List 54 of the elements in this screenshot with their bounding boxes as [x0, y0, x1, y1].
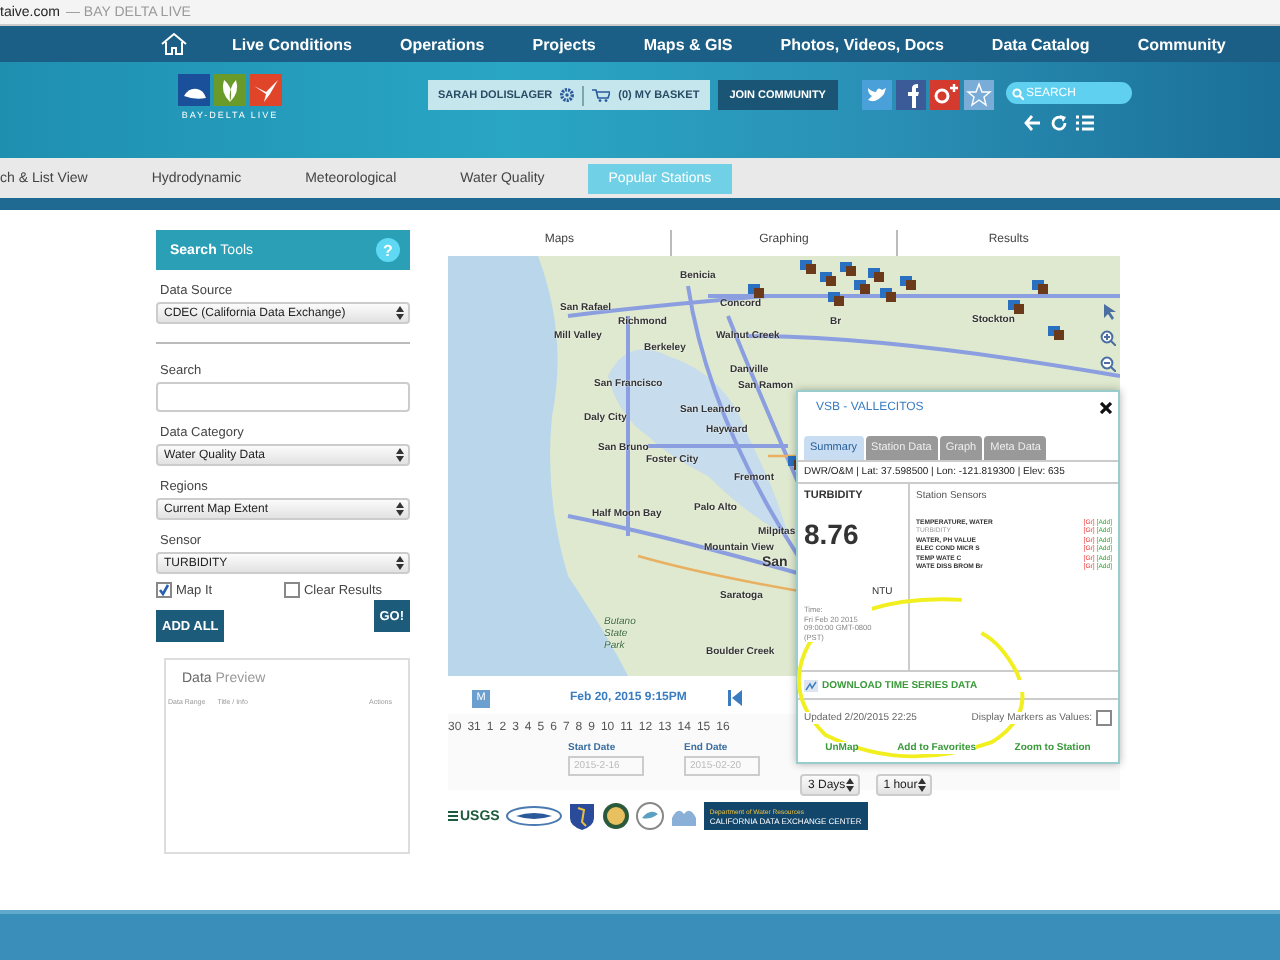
list-icon[interactable]: [1076, 114, 1094, 132]
nav-link[interactable]: Maps & GIS: [643, 35, 733, 53]
station-marker-icon[interactable]: [880, 288, 896, 302]
star-icon[interactable]: [963, 80, 994, 110]
station-marker-icon[interactable]: [900, 276, 916, 290]
back-arrow-icon[interactable]: [1024, 114, 1042, 132]
refresh-icon[interactable]: [1050, 114, 1068, 132]
chart-icon: [804, 680, 818, 692]
nav-link[interactable]: Projects: [532, 35, 596, 53]
caret-icon: [917, 778, 926, 792]
close-icon[interactable]: [1100, 402, 1112, 414]
station-marker-icon[interactable]: [748, 284, 764, 298]
cursor-icon[interactable]: [1100, 304, 1116, 320]
cart-icon[interactable]: [592, 88, 611, 102]
station-marker-icon[interactable]: [800, 260, 816, 274]
checkbox[interactable]: [156, 582, 172, 598]
oval-emblem-icon: [505, 806, 562, 826]
f-letter-icon[interactable]: [895, 80, 926, 110]
station-marker-icon[interactable]: [840, 262, 856, 276]
station-marker-icon[interactable]: [854, 280, 870, 294]
bird-icon[interactable]: [861, 80, 892, 110]
sensor-value: 8.76: [804, 518, 861, 550]
round-seal-icon: [601, 802, 630, 830]
zoom-out-icon[interactable]: [1100, 356, 1116, 372]
gear-icon[interactable]: [560, 88, 575, 102]
checkbox[interactable]: [1096, 710, 1112, 726]
nav-link[interactable]: Photos, Videos, Docs: [780, 35, 944, 53]
station-marker-icon[interactable]: [868, 268, 884, 282]
zoom-in-icon[interactable]: [1100, 330, 1116, 346]
shield-emblem-icon: [567, 802, 596, 830]
checkbox[interactable]: [283, 582, 300, 598]
search-input-field[interactable]: [156, 382, 410, 412]
caret-icon: [396, 306, 404, 320]
caret-icon: [396, 556, 404, 570]
nav-link[interactable]: Community: [1137, 35, 1226, 53]
caret-icon: [396, 448, 404, 462]
nav-link[interactable]: Data Catalog: [991, 35, 1090, 53]
nav-link[interactable]: Live Conditions: [232, 35, 352, 53]
skip-back-icon[interactable]: [728, 690, 743, 706]
leaf-logo-icon: [214, 74, 246, 106]
whale-logo-icon: [178, 74, 210, 106]
caret-icon: [396, 502, 404, 516]
home-icon[interactable]: [160, 32, 188, 56]
station-marker-icon[interactable]: [1032, 280, 1048, 294]
g-plus-icon[interactable]: [929, 80, 960, 110]
leaf-seal-icon: [635, 802, 664, 830]
bird-logo-icon: [250, 74, 282, 106]
caret-icon: [845, 778, 854, 792]
station-marker-icon[interactable]: [828, 292, 844, 306]
station-marker-icon[interactable]: [1048, 326, 1064, 340]
station-marker-icon[interactable]: [1008, 300, 1024, 314]
station-marker-icon[interactable]: [820, 272, 836, 286]
search-icon: [1011, 87, 1024, 99]
nav-link[interactable]: Operations: [400, 35, 485, 53]
